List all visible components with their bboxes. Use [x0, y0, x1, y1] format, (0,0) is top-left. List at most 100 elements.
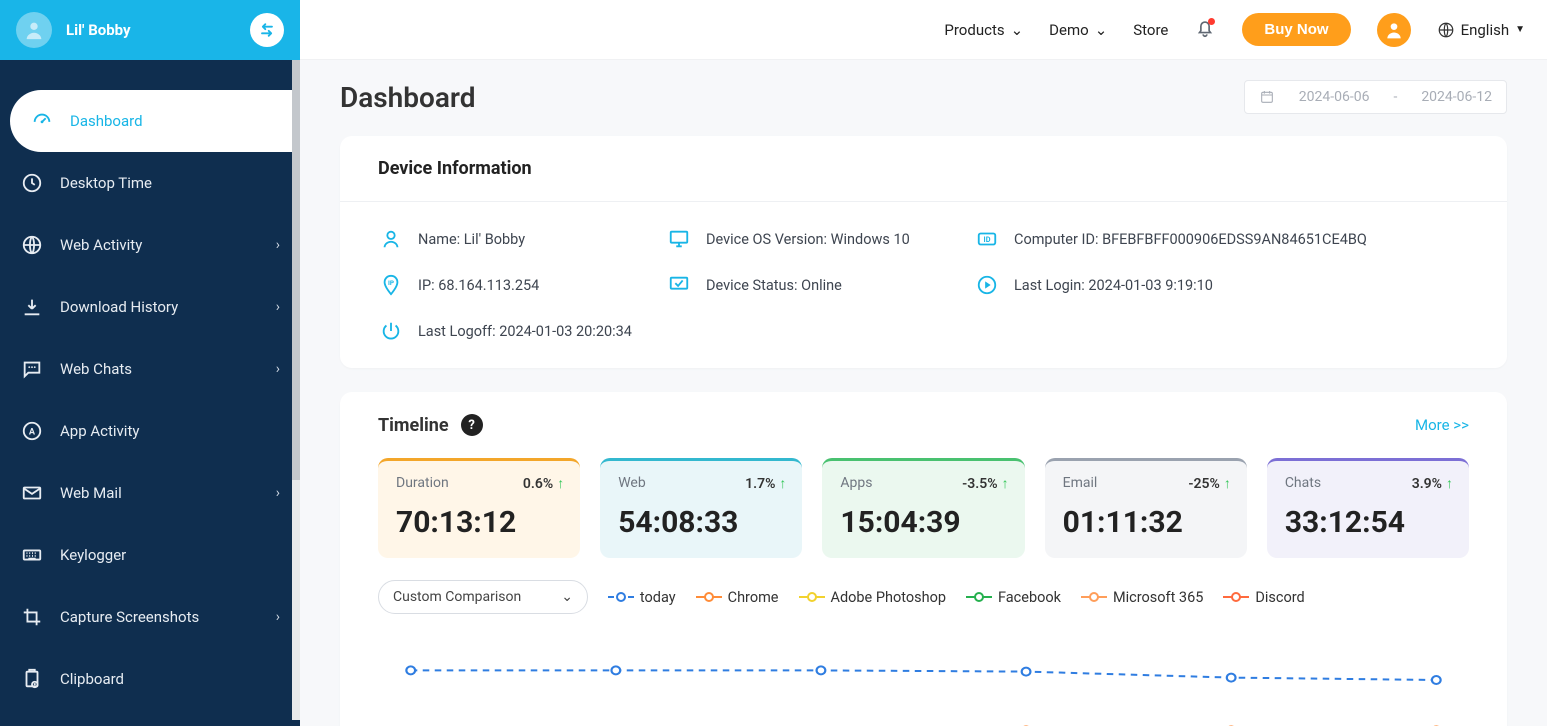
legend-adobe[interactable]: Adobe Photoshop [799, 589, 947, 606]
sidebar-header: Lil' Bobby [0, 0, 300, 60]
date-separator: - [1393, 89, 1397, 105]
chevron-down-icon: ⌄ [1095, 21, 1108, 39]
sidebar-item-keylogger[interactable]: Keylogger [0, 524, 300, 586]
chart-svg [378, 644, 1469, 726]
avatar[interactable] [16, 12, 52, 48]
sidebar: Lil' Bobby DashboardDesktop TimeWeb Acti… [0, 0, 300, 726]
sidebar-item-download-history[interactable]: Download History› [0, 276, 300, 338]
device-id-row: ID Computer ID: BFEBFBFF000906EDSS9AN846… [974, 226, 1469, 252]
tile-chats[interactable]: Chats3.9%↑33:12:54 [1267, 458, 1469, 558]
status-icon [666, 272, 692, 298]
series-point [406, 666, 415, 674]
sidebar-item-label: Web Mail [60, 484, 276, 502]
tile-value: 70:13:12 [396, 505, 562, 540]
user-name: Lil' Bobby [66, 21, 250, 39]
nav-products-label: Products [944, 21, 1004, 39]
tile-value: 54:08:33 [618, 505, 784, 540]
language-selector[interactable]: English ▼ [1437, 21, 1525, 39]
mail-icon [20, 481, 44, 505]
sidebar-item-app-activity[interactable]: AApp Activity [0, 400, 300, 462]
more-link[interactable]: More >> [1415, 416, 1469, 434]
buy-now-button[interactable]: Buy Now [1242, 13, 1350, 46]
sidebar-item-label: Clipboard [60, 670, 280, 688]
date-range-picker[interactable]: 2024-06-06 - 2024-06-12 [1244, 80, 1507, 114]
arrow-up-icon: ↑ [779, 475, 786, 492]
tile-duration[interactable]: Duration0.6%↑70:13:12 [378, 458, 580, 558]
tile-email[interactable]: Email-25%↑01:11:32 [1045, 458, 1247, 558]
legend-label: Chrome [728, 589, 779, 606]
device-info-card: Device Information Name: Lil' Bobby Devi… [340, 136, 1507, 368]
chevron-down-icon: ⌄ [561, 589, 573, 605]
device-logoff-text: Last Logoff: 2024-01-03 20:20:34 [418, 323, 632, 340]
series-point [1432, 676, 1441, 684]
tile-apps[interactable]: Apps-3.5%↑15:04:39 [822, 458, 1024, 558]
download-icon [20, 295, 44, 319]
device-logoff-row: Last Logoff: 2024-01-03 20:20:34 [378, 318, 1469, 344]
language-label: English [1461, 21, 1510, 39]
device-grid: Name: Lil' Bobby Device OS Version: Wind… [340, 202, 1507, 368]
nav-store[interactable]: Store [1133, 21, 1168, 39]
sidebar-scrollbar-thumb[interactable] [292, 60, 300, 480]
device-os-text: Device OS Version: Windows 10 [706, 231, 910, 248]
sidebar-item-label: Web Activity [60, 236, 276, 254]
sidebar-item-web-mail[interactable]: Web Mail› [0, 462, 300, 524]
profile-button[interactable] [1377, 13, 1411, 47]
sidebar-item-label: Keylogger [60, 546, 280, 564]
legend-microsoft[interactable]: Microsoft 365 [1081, 589, 1203, 606]
legend-label: Adobe Photoshop [831, 589, 947, 606]
series-today [411, 670, 1437, 680]
power-icon [378, 318, 404, 344]
sidebar-scrollbar[interactable] [292, 60, 300, 720]
legend-label: Microsoft 365 [1113, 589, 1203, 606]
id-icon: ID [974, 226, 1000, 252]
sidebar-item-clipboard[interactable]: Clipboard [0, 648, 300, 710]
sidebar-item-desktop-time[interactable]: Desktop Time [0, 152, 300, 214]
device-id-text: Computer ID: BFEBFBFF000906EDSS9AN84651C… [1014, 231, 1367, 248]
legend-chrome[interactable]: Chrome [696, 589, 779, 606]
series-point [1022, 668, 1031, 676]
sidebar-item-web-chats[interactable]: Web Chats› [0, 338, 300, 400]
arrow-up-icon: ↑ [557, 475, 564, 492]
comparison-dropdown[interactable]: Custom Comparison ⌄ [378, 580, 588, 614]
arrow-up-icon: ↑ [1224, 475, 1231, 492]
legend-facebook[interactable]: Facebook [966, 589, 1061, 606]
timeline-title: Timeline ? [378, 414, 483, 436]
help-badge[interactable]: ? [461, 414, 483, 436]
nav-demo-label: Demo [1049, 21, 1089, 39]
legend-label: Facebook [998, 589, 1061, 606]
notifications-button[interactable] [1194, 17, 1216, 43]
device-ip-text: IP: 68.164.113.254 [418, 277, 539, 294]
chevron-right-icon: › [276, 609, 280, 625]
page-title: Dashboard [340, 81, 476, 114]
arrow-up-icon: ↑ [1002, 475, 1009, 492]
crop-icon [20, 605, 44, 629]
caret-down-icon: ▼ [1515, 24, 1525, 35]
nav-products[interactable]: Products ⌄ [944, 21, 1023, 39]
login-icon [974, 272, 1000, 298]
legend-discord[interactable]: Discord [1223, 589, 1304, 606]
sidebar-item-capture-screenshots[interactable]: Capture Screenshots› [0, 586, 300, 648]
svg-text:ID: ID [984, 235, 991, 244]
keyboard-icon [20, 543, 44, 567]
dashboard-icon [30, 109, 54, 133]
nav-demo[interactable]: Demo ⌄ [1049, 21, 1107, 39]
swap-icon [257, 20, 277, 40]
legend-today[interactable]: today [608, 589, 676, 606]
series-point [611, 666, 620, 674]
device-login-row: Last Login: 2024-01-03 9:19:10 [974, 272, 1469, 298]
user-icon [1384, 20, 1404, 40]
tile-value: 15:04:39 [840, 505, 1006, 540]
sidebar-item-web-activity[interactable]: Web Activity› [0, 214, 300, 276]
swap-button[interactable] [250, 13, 284, 47]
user-icon [378, 226, 404, 252]
legend-label: today [640, 589, 676, 606]
main: Products ⌄ Demo ⌄ Store Buy Now English … [300, 0, 1547, 726]
sidebar-item-dashboard[interactable]: Dashboard [10, 90, 300, 152]
topbar: Products ⌄ Demo ⌄ Store Buy Now English … [300, 0, 1547, 60]
tile-web[interactable]: Web1.7%↑54:08:33 [600, 458, 802, 558]
date-to: 2024-06-12 [1421, 89, 1492, 105]
chevron-right-icon: › [276, 485, 280, 501]
calendar-icon [1259, 89, 1275, 105]
sidebar-item-label: Download History [60, 298, 276, 316]
sidebar-item-label: Web Chats [60, 360, 276, 378]
